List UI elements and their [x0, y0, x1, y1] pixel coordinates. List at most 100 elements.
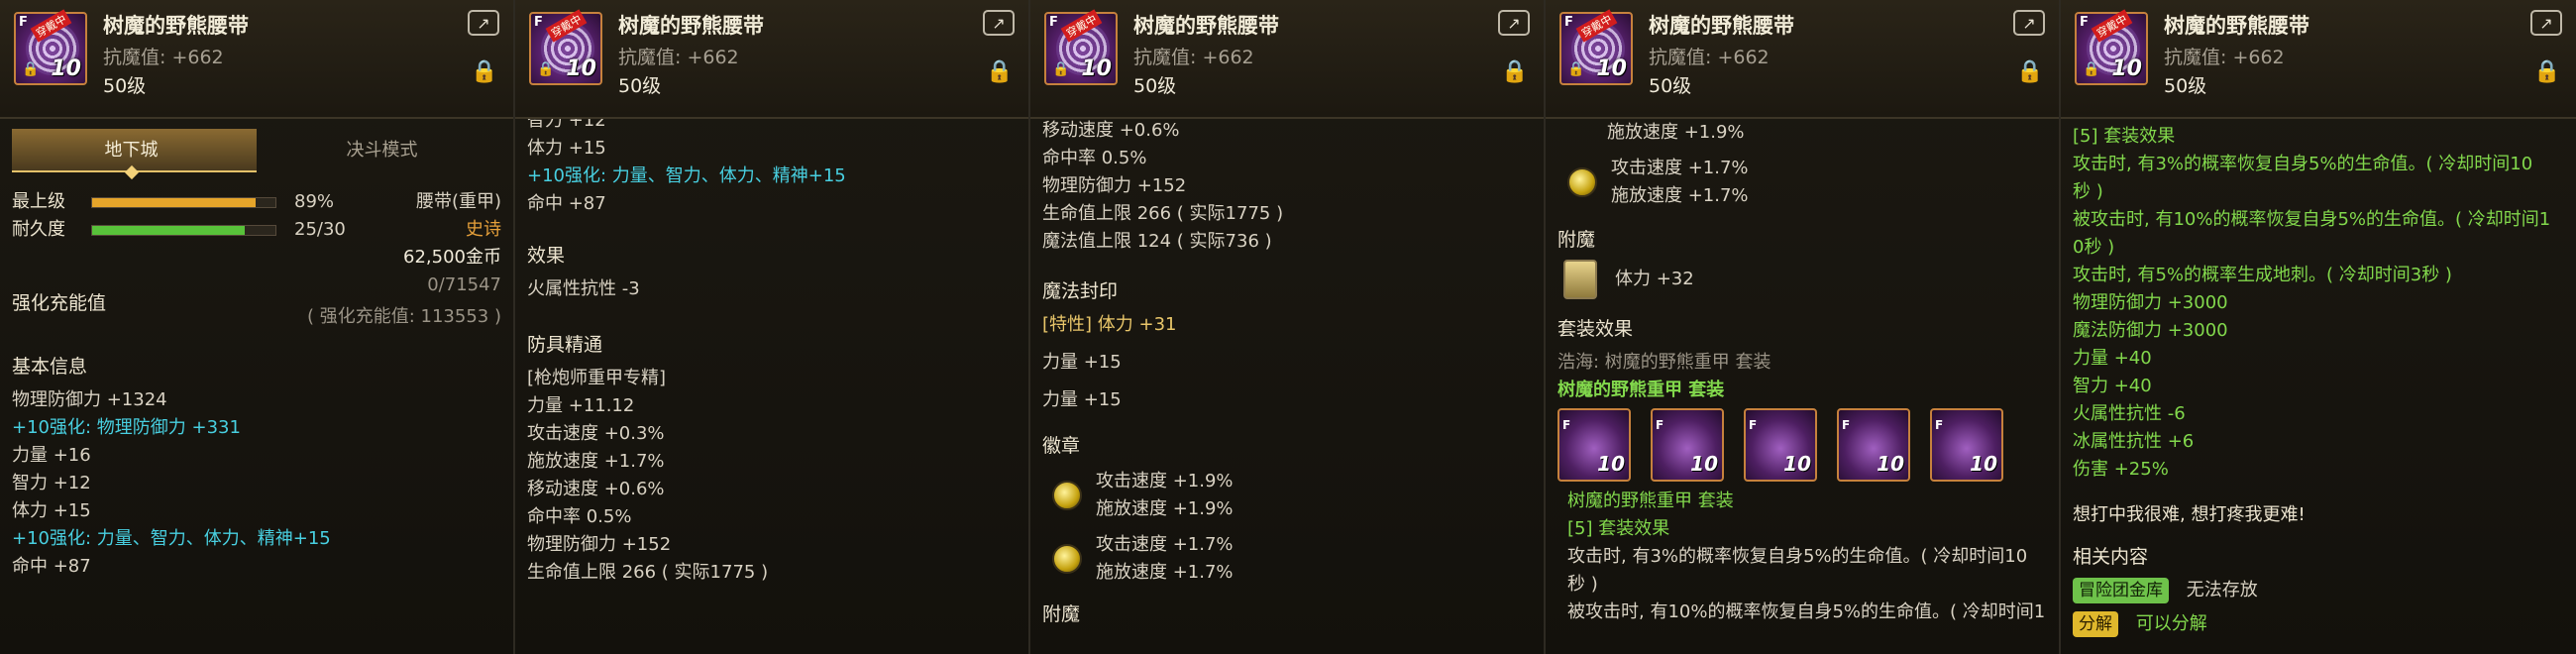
item-name: 树魔的野熊腰带 [1133, 14, 1279, 38]
share-icon[interactable]: ↗ [2013, 10, 2045, 36]
item-level: 50级 [1133, 75, 1177, 97]
item-header: F 穿戴中 🔒 10 树魔的野熊腰带 抗魔值: +662 50级 ↗ 🔒 [2061, 0, 2576, 119]
charge-block: 0/71547 强化充能值 ( 强化充能值: 113553 ) [12, 274, 501, 341]
item-stat: 抗魔值: +662 [103, 47, 224, 68]
lock-icon[interactable]: 🔒 [2532, 59, 2562, 91]
lock-small-icon: 🔒 [22, 61, 40, 77]
tooltip-strip: F 穿戴中 🔒 10 树魔的野熊腰带 抗魔值: +662 50级 ↗ 🔒 地下城… [0, 0, 2576, 654]
stat-line: +10强化: 力量、智力、体力、精神+15 [12, 528, 331, 549]
seal-title: 魔法封印 [1042, 280, 1119, 302]
set-effect-title: 套装效果 [1557, 318, 1634, 340]
emblem-gem-icon[interactable] [1567, 167, 1597, 197]
set-bonus-line: 魔法防御力 +3000 [2073, 320, 2228, 341]
enchant-card-icon[interactable] [1563, 260, 1597, 299]
bar-value: 89% [294, 191, 335, 212]
stat-line: [枪炮师重甲专精] [527, 368, 667, 388]
emblem-stat: 施放速度 +1.9% [1096, 498, 1234, 519]
tooltip-panel-1: F 穿戴中 🔒 10 树魔的野熊腰带 抗魔值: +662 50级 ↗ 🔒 地下城… [0, 0, 515, 654]
durability-bar [91, 224, 276, 236]
set-bonus-list: 攻击时, 有3%的概率恢复自身5%的生命值。( 冷却时间10 秒 ) 被攻击时, 有… [2073, 151, 2564, 484]
share-icon[interactable]: ↗ [983, 10, 1015, 36]
tooltip-panel-2: F 穿戴中 🔒 10 树魔的野熊腰带 抗魔值: +662 50级 ↗ 🔒 智力 … [515, 0, 1030, 654]
mode-tabs: 地下城 决斗模式 [12, 129, 501, 172]
stat-line: 力量 +11.12 [527, 395, 635, 416]
charge-label: 强化充能值 [12, 292, 107, 314]
tooltip-panel-3: F 穿戴中 🔒 10 树魔的野熊腰带 抗魔值: +662 50级 ↗ 🔒 移动速… [1030, 0, 1546, 654]
item-price: 62,500金币 [403, 247, 501, 268]
emblem-gem-icon[interactable] [1052, 481, 1082, 510]
emblem-gem-icon[interactable] [1052, 544, 1082, 574]
grade-label: F [1049, 15, 1058, 30]
related-title: 相关内容 [2073, 546, 2149, 568]
stat-line: 命中率 0.5% [1042, 148, 1147, 168]
item-icon[interactable]: F 穿戴中 🔒 10 [529, 9, 602, 85]
emblem-stat: 攻击速度 +1.9% [1096, 471, 1234, 491]
set-piece-icon[interactable]: F 10 [1837, 408, 1910, 482]
item-rarity: 史诗 [466, 219, 501, 240]
decompose-text: 可以分解 [2135, 613, 2207, 634]
grade-label: F [1564, 15, 1573, 30]
stat-line: 物理防御力 +152 [527, 534, 672, 555]
share-icon[interactable]: ↗ [2530, 10, 2562, 36]
lock-icon[interactable]: 🔒 [1500, 59, 1530, 91]
share-icon[interactable]: ↗ [468, 10, 499, 36]
tooltip-body: 智力 +12 体力 +15 +10强化: 力量、智力、体力、精神+15 命中 +87 … [527, 107, 1017, 654]
tab-pvp[interactable]: 决斗模式 [257, 129, 501, 172]
storage-text: 无法存放 [2186, 580, 2258, 600]
upgrade-level: 10 [1081, 56, 1112, 81]
lock-icon[interactable]: 🔒 [985, 59, 1015, 91]
set-bonus-line: 攻击时, 有3%的概率恢复自身5%的生命值。( 冷却时间10 [2073, 154, 2533, 174]
set-piece-icon[interactable]: F 10 [1557, 408, 1631, 482]
set-bonus-line: 攻击时, 有5%的概率生成地刺。( 冷却时间3秒 ) [2073, 265, 2452, 285]
lock-icon[interactable]: 🔒 [2015, 59, 2045, 91]
item-level: 50级 [618, 75, 662, 97]
item-icon[interactable]: F 穿戴中 🔒 10 [14, 9, 87, 85]
item-level: 50级 [1649, 75, 1692, 97]
share-icon[interactable]: ↗ [1498, 10, 1530, 36]
emblem-title: 徽章 [1042, 435, 1081, 457]
seal-list: [特性] 体力 +31 力量 +15 力量 +15 [1042, 311, 1532, 414]
upgrade-level: 10 [2111, 56, 2142, 81]
item-stat: 抗魔值: +662 [1649, 47, 1770, 68]
set-bonus-line: 力量 +40 [2073, 348, 2152, 369]
stat-line: 力量 +15 [1042, 389, 1122, 410]
lock-icon[interactable]: 🔒 [470, 59, 499, 91]
stat-line: 命中率 0.5% [527, 506, 632, 527]
tab-dungeon[interactable]: 地下城 [12, 129, 257, 172]
set-bonus-list: 攻击时, 有3%的概率恢复自身5%的生命值。( 冷却时间10 秒 ) 被攻击时, 有… [1557, 543, 2047, 626]
bar-value: 25/30 [294, 219, 346, 240]
enchant-title: 附魔 [1557, 229, 1596, 251]
item-icon[interactable]: F 穿戴中 🔒 10 [1559, 9, 1633, 85]
item-stat: 抗魔值: +662 [618, 47, 739, 68]
set-bonus-line: 冰属性抗性 +6 [2073, 431, 2195, 452]
item-icon[interactable]: F 穿戴中 🔒 10 [1044, 9, 1118, 85]
set-bonus-line: 被攻击时, 有10%的概率恢复自身5%的生命值。( 冷却时间1 [2073, 209, 2551, 230]
set-piece-icon[interactable]: F 10 [1930, 408, 2003, 482]
set-piece-icon[interactable]: F 10 [1651, 408, 1724, 482]
storage-row: 冒险团金库 无法存放 [2073, 577, 2564, 604]
set-sub: 浩海: 树魔的野熊重甲 套装 [1557, 352, 1771, 373]
item-stat: 抗魔值: +662 [2164, 47, 2285, 68]
item-icon[interactable]: F 穿戴中 🔒 10 [2075, 9, 2148, 85]
stat-line: 施放速度 +1.7% [527, 451, 665, 472]
item-slot: 腰带(重甲) [415, 191, 501, 212]
tooltip-body: 地下城 决斗模式 最上级 89% 耐久度 25/30 腰带(重甲) 史诗 62,… [12, 119, 501, 654]
stat-line: 命中 +87 [12, 556, 91, 577]
effect-title: 效果 [527, 245, 566, 267]
item-name: 树魔的野熊腰带 [618, 14, 764, 38]
item-header: F 穿戴中 🔒 10 树魔的野熊腰带 抗魔值: +662 50级 ↗ 🔒 [0, 0, 513, 119]
lock-small-icon: 🔒 [2083, 61, 2100, 77]
quality-bar [91, 196, 276, 208]
upgrade-level: 10 [51, 56, 81, 81]
stat-line: 体力 +15 [12, 500, 91, 521]
set-piece-icon[interactable]: F 10 [1744, 408, 1817, 482]
emblem-row: 攻击速度 +1.7% 施放速度 +1.7% [1042, 531, 1532, 587]
item-header: F 穿戴中 🔒 10 树魔的野熊腰带 抗魔值: +662 50级 ↗ 🔒 [1546, 0, 2059, 119]
set-bonus-line: 伤害 +25% [2073, 459, 2169, 480]
basic-info-list: 物理防御力 +1324 +10强化: 物理防御力 +331 力量 +16 智力 +12… [12, 386, 501, 581]
set-bonus-line: 攻击时, 有3%的概率恢复自身5%的生命值。( 冷却时间10 [1567, 546, 2028, 567]
item-level: 50级 [2164, 75, 2207, 97]
set-bonus-line: 被攻击时, 有10%的概率恢复自身5%的生命值。( 冷却时间1 [1567, 601, 2046, 622]
tooltip-body: [5] 套装效果 攻击时, 有3%的概率恢复自身5%的生命值。( 冷却时间10 秒… [2073, 123, 2564, 654]
bar-label: 耐久度 [12, 219, 65, 240]
